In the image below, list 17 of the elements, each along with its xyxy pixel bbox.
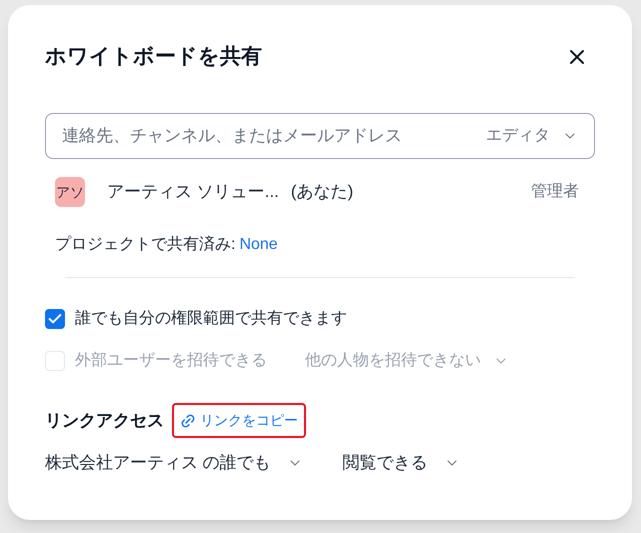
checkbox[interactable] bbox=[45, 309, 65, 329]
copy-link-button[interactable]: リンクをコピー bbox=[172, 403, 306, 438]
section-title: リンクアクセス bbox=[45, 410, 164, 432]
option-label: 外部ユーザーを招待できる bbox=[75, 350, 267, 371]
project-link[interactable]: None bbox=[239, 233, 278, 257]
invite-input[interactable]: 連絡先、チャンネル、またはメールアドレス bbox=[62, 123, 474, 149]
member-role: 管理者 bbox=[531, 182, 579, 202]
role-dropdown[interactable]: エディタ bbox=[486, 124, 578, 148]
option-label: 誰でも自分の権限範囲で共有できます bbox=[75, 308, 347, 329]
permission-dropdown[interactable]: 閲覧できる bbox=[342, 450, 460, 476]
scope-dropdown[interactable]: 株式会社アーティス の誰でも bbox=[45, 450, 303, 476]
project-share-label: プロジェクトで共有済み: bbox=[55, 234, 236, 255]
avatar: アソ bbox=[55, 177, 85, 207]
invite-field[interactable]: 連絡先、チャンネル、またはメールアドレス エディタ bbox=[45, 113, 595, 159]
member-name: アーティス ソリュー... bbox=[107, 181, 279, 204]
dialog-title: ホワイトボードを共有 bbox=[45, 44, 262, 70]
member-label: (あなた) bbox=[290, 181, 354, 204]
